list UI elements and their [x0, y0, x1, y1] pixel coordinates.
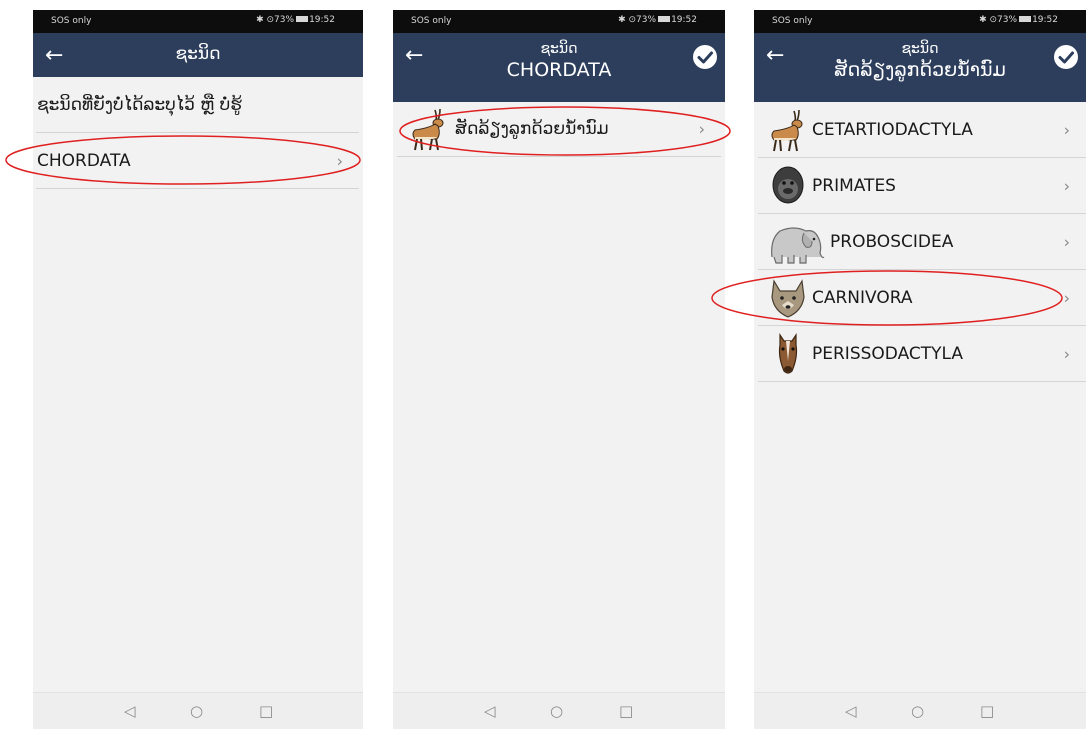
nav-back-icon[interactable]: ◁ [845, 702, 857, 720]
taxon-list: ສັດລ້ຽງລູກດ້ວຍນ້ຳນົມ › [393, 102, 725, 157]
list-item-chordata[interactable]: CHORDATA › [36, 133, 359, 189]
nav-home-icon[interactable]: ○ [911, 702, 924, 720]
status-left: SOS only [411, 16, 452, 26]
system-nav-bar: ◁ ○ □ [754, 692, 1086, 729]
title-block: ຊະນິດ ສັດລ້ຽງລູກດ້ວຍນ້ຳນົມ [804, 41, 1036, 82]
wolf-icon [766, 275, 810, 321]
app-bar: ← ຊະນິດ [33, 33, 363, 77]
phone-screen-2: SOS only ✱ ⊙73% 19:52 ← ຊະນິດ CHORDATA ສັ… [393, 10, 725, 729]
list-item-label: CARNIVORA [812, 287, 913, 308]
status-right: ✱ ⊙73% 19:52 [256, 15, 335, 25]
nav-recents-icon[interactable]: □ [980, 702, 994, 720]
page-subtitle: ສັດລ້ຽງລູກດ້ວຍນ້ຳນົມ [834, 59, 1006, 81]
battery-icon [296, 16, 309, 22]
list-item-proboscidea[interactable]: PROBOSCIDEA › [758, 214, 1086, 270]
gorilla-icon [766, 163, 810, 209]
chevron-right-icon: › [1063, 120, 1070, 139]
status-indicators: ✱ ⊙73% [618, 15, 657, 25]
nav-back-icon[interactable]: ◁ [124, 702, 136, 720]
status-right: ✱ ⊙73% 19:52 [618, 15, 697, 25]
page-title: ຊະນິດ [901, 41, 939, 57]
list-item-primates[interactable]: PRIMATES › [758, 158, 1086, 214]
list-item-label: PERISSODACTYLA [812, 343, 964, 364]
nav-recents-icon[interactable]: □ [619, 702, 633, 720]
back-arrow-icon[interactable]: ← [45, 45, 63, 67]
phone-screen-1: SOS only ✱ ⊙73% 19:52 ← ຊະນິດ ຊະນິດທີ່ຍັງ… [33, 10, 363, 729]
status-right: ✱ ⊙73% 19:52 [979, 15, 1058, 25]
chevron-right-icon: › [1063, 176, 1070, 195]
phone-screen-3: SOS only ✱ ⊙73% 19:52 ← ຊະນິດ ສັດລ້ຽງລູກດ… [754, 10, 1086, 729]
status-indicators: ✱ ⊙73% [979, 15, 1018, 25]
status-bar: SOS only ✱ ⊙73% 19:52 [754, 10, 1086, 33]
horse-icon [766, 331, 810, 377]
list-item-mammals[interactable]: ສັດລ້ຽງລູກດ້ວຍນ້ຳນົມ › [397, 102, 721, 157]
list-item-carnivora[interactable]: CARNIVORA › [758, 270, 1086, 326]
status-left: SOS only [772, 16, 813, 26]
confirm-check-icon[interactable] [1054, 45, 1078, 69]
list-item-label: CETARTIODACTYLA [812, 119, 973, 140]
title-block: ຊະນິດ CHORDATA [443, 41, 675, 82]
nav-home-icon[interactable]: ○ [190, 702, 203, 720]
nav-home-icon[interactable]: ○ [550, 702, 563, 720]
chevron-right-icon: › [698, 119, 705, 139]
status-bar: SOS only ✱ ⊙73% 19:52 [33, 10, 363, 33]
chevron-right-icon: › [1063, 344, 1070, 363]
nav-recents-icon[interactable]: □ [259, 702, 273, 720]
status-time: 19:52 [671, 15, 697, 25]
list-item-perissodactyla[interactable]: PERISSODACTYLA › [758, 326, 1086, 382]
list-item-unspecified[interactable]: ຊະນິດທີ່ຍັງບໍ່ໄດ້ລະບຸໄວ້ ຫຼື ບໍ່ຮູ້ [36, 77, 359, 133]
battery-icon [658, 16, 671, 22]
page-subtitle: CHORDATA [506, 59, 612, 81]
chevron-right-icon: › [1063, 288, 1070, 307]
battery-icon [1019, 16, 1032, 22]
antelope-icon [766, 107, 810, 153]
list-item-cetartiodactyla[interactable]: CETARTIODACTYLA › [758, 102, 1086, 158]
system-nav-bar: ◁ ○ □ [393, 692, 725, 729]
list-item-label: ສັດລ້ຽງລູກດ້ວຍນ້ຳນົມ [455, 119, 609, 139]
list-item-label: PRIMATES [812, 175, 896, 196]
chevron-right-icon: › [1063, 232, 1070, 251]
confirm-check-icon[interactable] [693, 45, 717, 69]
list-item-label: CHORDATA [37, 150, 131, 171]
status-indicators: ✱ ⊙73% [256, 15, 295, 25]
status-time: 19:52 [1032, 15, 1058, 25]
title-block: ຊະນິດ [83, 44, 313, 64]
system-nav-bar: ◁ ○ □ [33, 692, 363, 729]
page-title: ຊະນິດ [540, 41, 578, 57]
status-bar: SOS only ✱ ⊙73% 19:52 [393, 10, 725, 33]
nav-back-icon[interactable]: ◁ [484, 702, 496, 720]
list-item-label: PROBOSCIDEA [830, 231, 954, 252]
back-arrow-icon[interactable]: ← [766, 45, 784, 67]
antelope-icon [407, 106, 451, 152]
status-left: SOS only [51, 16, 92, 26]
list-item-label: ຊະນິດທີ່ຍັງບໍ່ໄດ້ລະບຸໄວ້ ຫຼື ບໍ່ຮູ້ [37, 94, 242, 115]
app-bar: ← ຊະນິດ ສັດລ້ຽງລູກດ້ວຍນ້ຳນົມ [754, 33, 1086, 102]
status-time: 19:52 [309, 15, 335, 25]
page-title: ຊະນິດ [175, 44, 221, 64]
elephant-icon [766, 219, 828, 265]
taxon-list: ຊະນິດທີ່ຍັງບໍ່ໄດ້ລະບຸໄວ້ ຫຼື ບໍ່ຮູ້ CHOR… [33, 77, 363, 189]
back-arrow-icon[interactable]: ← [405, 45, 423, 67]
chevron-right-icon: › [336, 151, 343, 170]
taxon-list: CETARTIODACTYLA › PRIMATES › PROBOSCIDEA… [754, 102, 1086, 382]
app-bar: ← ຊະນິດ CHORDATA [393, 33, 725, 102]
